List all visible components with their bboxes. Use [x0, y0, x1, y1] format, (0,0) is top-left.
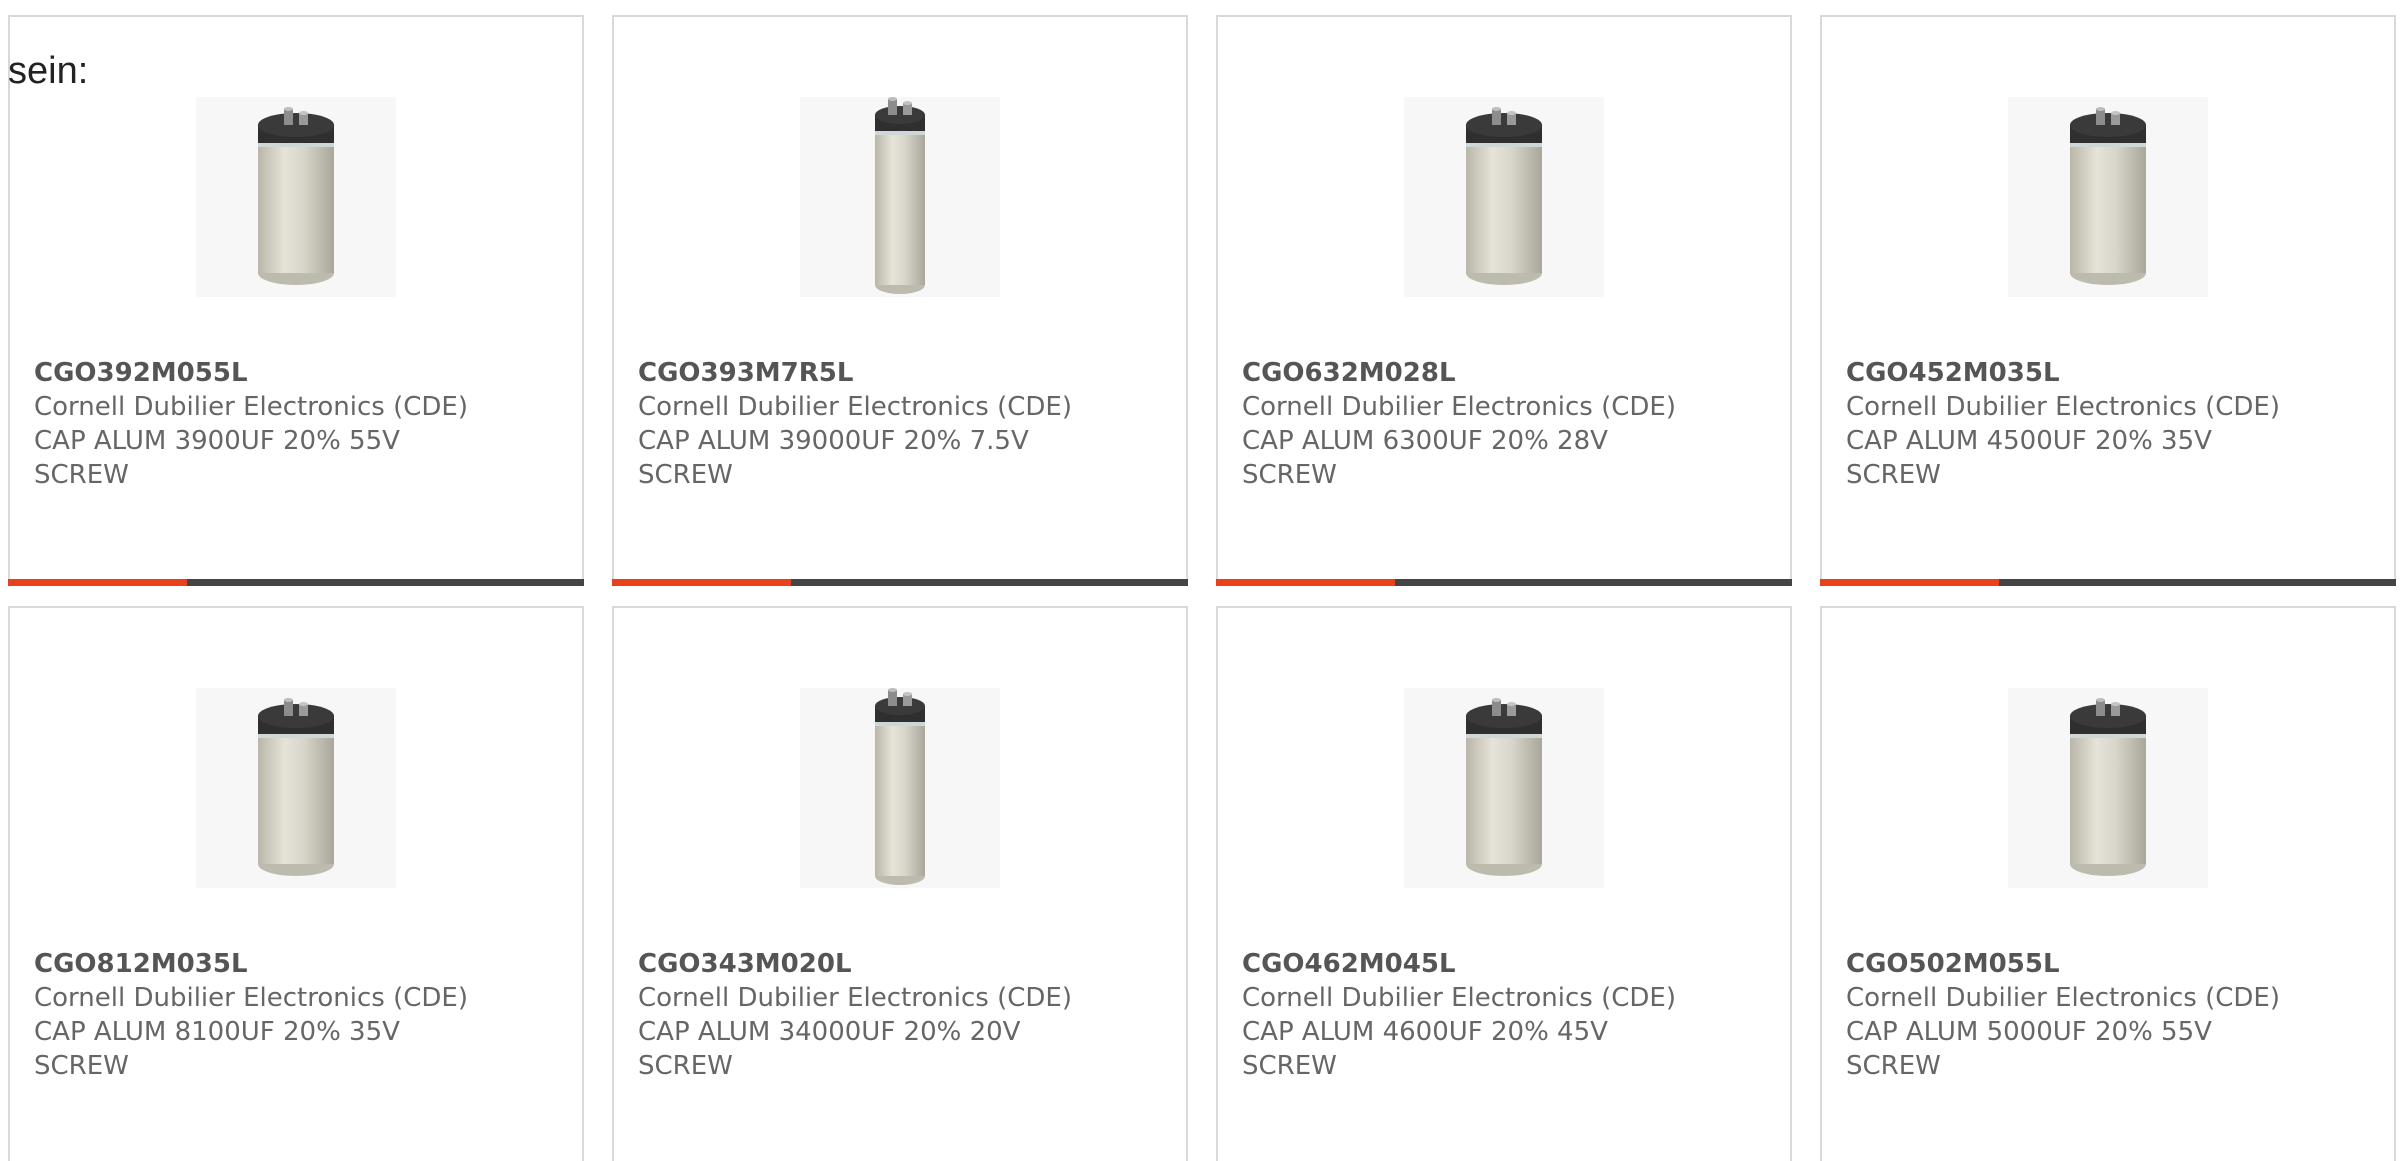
- progress-fill: [1216, 579, 1395, 586]
- description: CAP ALUM 3900UF 20% 55V: [34, 426, 400, 456]
- product-image[interactable]: [196, 97, 396, 297]
- part-number[interactable]: CGO462M045L: [1242, 947, 1774, 981]
- product-info: CGO632M028L Cornell Dubilier Electronics…: [1242, 356, 1774, 492]
- product-image[interactable]: [196, 688, 396, 888]
- product-card[interactable]: CGO502M055L Cornell Dubilier Electronics…: [1820, 606, 2396, 1161]
- product-card[interactable]: CGO632M028L Cornell Dubilier Electronics…: [1216, 15, 1792, 586]
- product-card[interactable]: CGO343M020L Cornell Dubilier Electronics…: [612, 606, 1188, 1161]
- part-number[interactable]: CGO632M028L: [1242, 356, 1774, 390]
- part-number[interactable]: CGO392M055L: [34, 356, 566, 390]
- product-info: CGO502M055L Cornell Dubilier Electronics…: [1846, 947, 2378, 1083]
- progress-fill: [1820, 579, 1999, 586]
- mount-type: SCREW: [34, 1051, 129, 1081]
- part-number[interactable]: CGO393M7R5L: [638, 356, 1170, 390]
- product-info: CGO393M7R5L Cornell Dubilier Electronics…: [638, 356, 1170, 492]
- capacitor-icon: [875, 688, 925, 885]
- part-number[interactable]: CGO812M035L: [34, 947, 566, 981]
- product-card[interactable]: CGO393M7R5L Cornell Dubilier Electronics…: [612, 15, 1188, 586]
- product-info: CGO452M035L Cornell Dubilier Electronics…: [1846, 356, 2378, 492]
- manufacturer: Cornell Dubilier Electronics (CDE): [34, 983, 468, 1013]
- product-card[interactable]: CGO392M055L Cornell Dubilier Electronics…: [8, 15, 584, 586]
- product-image[interactable]: [1404, 97, 1604, 297]
- mount-type: SCREW: [1242, 1051, 1337, 1081]
- capacitor-icon: [258, 107, 334, 285]
- mount-type: SCREW: [638, 1051, 733, 1081]
- capacitor-icon: [258, 698, 334, 876]
- product-grid-page: sein: CGO392M055L Cornell Dubilier Elect…: [0, 0, 2400, 1161]
- product-image[interactable]: [800, 97, 1000, 297]
- part-number[interactable]: CGO452M035L: [1846, 356, 2378, 390]
- description: CAP ALUM 4500UF 20% 35V: [1846, 426, 2212, 456]
- product-image[interactable]: [1404, 688, 1604, 888]
- description: CAP ALUM 8100UF 20% 35V: [34, 1017, 400, 1047]
- mount-type: SCREW: [34, 460, 129, 490]
- description: CAP ALUM 5000UF 20% 55V: [1846, 1017, 2212, 1047]
- product-card[interactable]: CGO812M035L Cornell Dubilier Electronics…: [8, 606, 584, 1161]
- progress-bar: [1216, 579, 1792, 586]
- product-image[interactable]: [800, 688, 1000, 888]
- product-card[interactable]: CGO452M035L Cornell Dubilier Electronics…: [1820, 15, 2396, 586]
- description: CAP ALUM 34000UF 20% 20V: [638, 1017, 1021, 1047]
- progress-bar: [612, 579, 1188, 586]
- capacitor-icon: [1466, 698, 1542, 876]
- manufacturer: Cornell Dubilier Electronics (CDE): [1242, 392, 1676, 422]
- manufacturer: Cornell Dubilier Electronics (CDE): [34, 392, 468, 422]
- part-number[interactable]: CGO502M055L: [1846, 947, 2378, 981]
- description: CAP ALUM 39000UF 20% 7.5V: [638, 426, 1029, 456]
- capacitor-icon: [875, 97, 925, 294]
- capacitor-icon: [1466, 107, 1542, 285]
- capacitor-icon: [2070, 698, 2146, 876]
- product-info: CGO392M055L Cornell Dubilier Electronics…: [34, 356, 566, 492]
- progress-fill: [8, 579, 187, 586]
- product-card[interactable]: CGO462M045L Cornell Dubilier Electronics…: [1216, 606, 1792, 1161]
- manufacturer: Cornell Dubilier Electronics (CDE): [638, 983, 1072, 1013]
- progress-bar: [1820, 579, 2396, 586]
- manufacturer: Cornell Dubilier Electronics (CDE): [1846, 983, 2280, 1013]
- description: CAP ALUM 6300UF 20% 28V: [1242, 426, 1608, 456]
- mount-type: SCREW: [1242, 460, 1337, 490]
- product-image[interactable]: [2008, 97, 2208, 297]
- manufacturer: Cornell Dubilier Electronics (CDE): [638, 392, 1072, 422]
- capacitor-icon: [2070, 107, 2146, 285]
- progress-fill: [612, 579, 791, 586]
- progress-bar: [8, 579, 584, 586]
- mount-type: SCREW: [638, 460, 733, 490]
- product-info: CGO812M035L Cornell Dubilier Electronics…: [34, 947, 566, 1083]
- product-image[interactable]: [2008, 688, 2208, 888]
- intro-text: sein:: [8, 50, 89, 92]
- manufacturer: Cornell Dubilier Electronics (CDE): [1846, 392, 2280, 422]
- mount-type: SCREW: [1846, 1051, 1941, 1081]
- part-number[interactable]: CGO343M020L: [638, 947, 1170, 981]
- mount-type: SCREW: [1846, 460, 1941, 490]
- product-info: CGO343M020L Cornell Dubilier Electronics…: [638, 947, 1170, 1083]
- manufacturer: Cornell Dubilier Electronics (CDE): [1242, 983, 1676, 1013]
- product-info: CGO462M045L Cornell Dubilier Electronics…: [1242, 947, 1774, 1083]
- description: CAP ALUM 4600UF 20% 45V: [1242, 1017, 1608, 1047]
